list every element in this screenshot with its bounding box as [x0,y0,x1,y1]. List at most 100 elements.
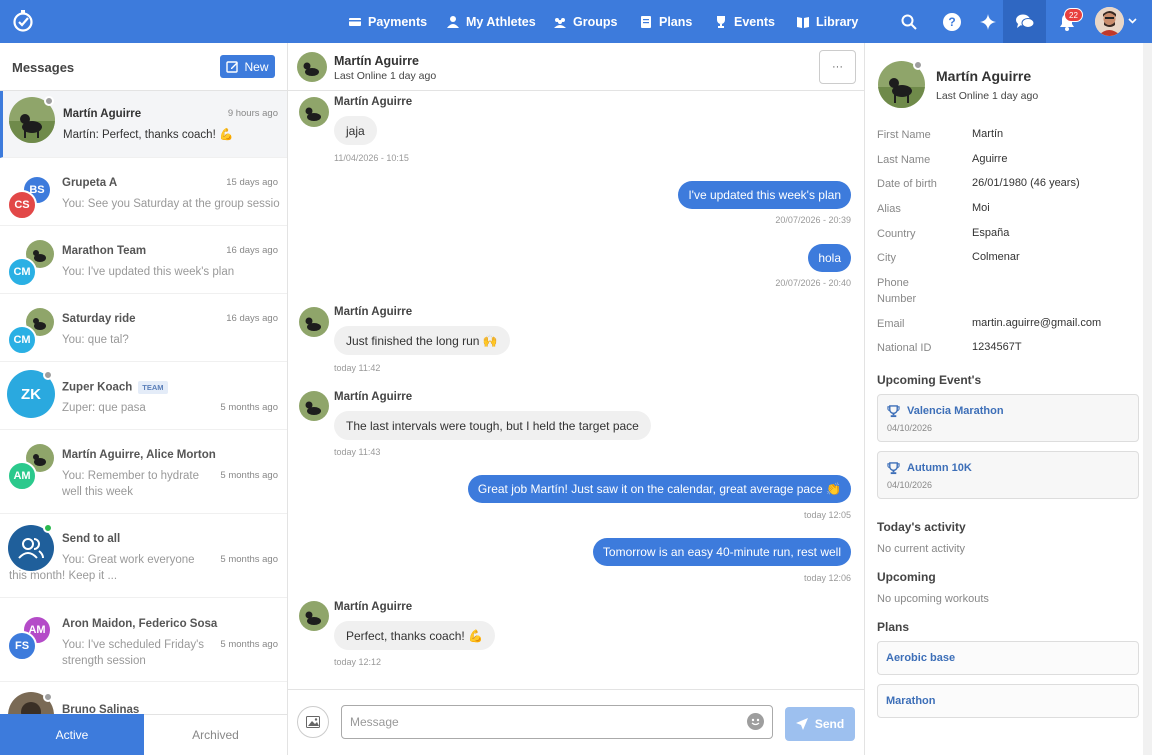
avatar [297,52,327,82]
image-icon [306,716,320,728]
new-message-button[interactable]: New [220,55,275,78]
chat-header: Martín Aguirre Last Online 1 day ago ··· [288,43,865,91]
event-title: Autumn 10K [907,462,972,474]
message-author: Martín Aguirre [334,391,413,403]
conversation-time: 5 months ago [220,470,278,481]
conversation-item[interactable]: Send to all 5 months ago You: Great work… [0,514,287,598]
info-value: martin.aguirre@gmail.com [972,317,1102,329]
send-button[interactable]: Send [785,707,855,741]
conversation-item[interactable]: ZK Zuper Koach TEAM 5 months ago Zuper: q… [0,362,287,430]
conversation-name: Aron Maidon, Federico Sosa [62,618,218,630]
conversation-time: 15 days ago [226,177,278,188]
send-icon [795,718,808,730]
conversation-item[interactable]: CM Marathon Team 16 days ago You: I've u… [0,226,287,294]
plans-icon [641,15,651,28]
nav-groups[interactable]: Groups [553,0,617,43]
message-timestamp: 11/04/2026 - 10:15 [334,153,409,163]
payments-icon [349,17,361,26]
event-date: 04/10/2026 [887,423,933,433]
conversation-preview: You: I've updated this week's plan [62,266,235,278]
tab-active[interactable]: Active [0,714,144,755]
nav-plans-label: Plans [659,14,693,29]
upcoming-events-title: Upcoming Event's [877,373,982,387]
ai-button[interactable] [973,0,1003,43]
messages-button[interactable] [1003,0,1046,43]
message-author: Martín Aguirre [334,306,413,318]
conversation-name: Saturday ride [62,313,136,325]
chevron-down-icon[interactable] [1128,18,1137,24]
nav-groups-label: Groups [573,14,618,29]
nav-my-athletes[interactable]: My Athletes [446,0,536,43]
message-bubble-outgoing: Tomorrow is an easy 40-minute run, rest … [592,538,851,566]
info-label: Date of birth [877,178,937,190]
search-button[interactable] [894,0,924,43]
conversation-preview: Martín: Perfect, thanks coach! 💪 [63,129,234,141]
more-options-button[interactable]: ··· [819,50,856,84]
todays-activity-text: No current activity [877,543,966,555]
team-tag: TEAM [138,381,168,394]
app-logo-icon[interactable] [11,9,35,33]
nav-payments[interactable]: Payments [348,0,427,43]
conversation-time: 16 days ago [226,313,278,324]
avatar: CS [7,190,37,220]
conversation-time: 5 months ago [220,554,278,565]
info-label: Email [877,318,905,330]
notification-badge: 22 [1064,8,1083,22]
attach-image-button[interactable] [297,706,329,738]
nav-library[interactable]: Library [796,0,858,43]
conversation-item[interactable]: Bruno Salinas [0,682,287,714]
message-bubble-outgoing: I've updated this week's plan [678,181,851,209]
groups-icon [554,17,566,28]
messages-title: Messages [12,60,75,75]
nav-events[interactable]: Events [714,0,775,43]
library-icon [797,16,809,28]
conversation-item[interactable]: Martín Aguirre 9 hours ago Martín: Perfe… [0,91,287,158]
top-navbar: Payments My Athletes Groups Plans Events… [0,0,1152,43]
profile-name: Martín Aguirre [936,68,1032,84]
sparkle-icon [980,13,996,30]
avatar [299,307,329,337]
conversation-name: Bruno Salinas [62,704,140,714]
info-value: España [972,227,1010,239]
info-value: Colmenar [972,251,1020,263]
conversation-item[interactable]: BS CS Grupeta A 15 days ago You: See you… [0,158,287,226]
avatar [299,391,329,421]
plan-card[interactable]: Aerobic base [877,641,1139,675]
conversation-item[interactable]: CM Saturday ride 16 days ago You: que ta… [0,294,287,362]
conversation-time: 9 hours ago [227,108,278,119]
offline-status-dot [43,370,53,380]
plans-title: Plans [877,620,910,634]
nav-plans[interactable]: Plans [639,0,692,43]
plan-card[interactable]: Marathon [877,684,1139,718]
chat-icon [1015,14,1034,28]
info-value: Aguirre [972,153,1008,165]
message-timestamp: 20/07/2026 - 20:40 [775,278,851,288]
profile-last-online: Last Online 1 day ago [936,90,1039,102]
help-button[interactable]: ? [937,0,967,43]
upcoming-title: Upcoming [877,570,936,584]
event-card[interactable]: Autumn 10K 04/10/2026 [877,451,1139,499]
info-label: Alias [877,203,901,215]
message-timestamp: today 12:06 [803,573,851,583]
scrollbar[interactable] [1143,43,1152,755]
info-value: Martín [972,128,1004,140]
tab-archived[interactable]: Archived [144,714,287,755]
message-bubble-incoming: jaja [334,116,377,145]
offline-status-dot [44,96,54,106]
message-input[interactable] [341,705,773,739]
info-value: 1234567T [972,341,1022,353]
conversation-name: Grupeta A [62,177,118,189]
trophy-icon [717,15,725,28]
event-card[interactable]: Valencia Marathon 04/10/2026 [877,394,1139,442]
conversation-item[interactable]: AM Martín Aguirre, Alice Morton 5 months… [0,430,287,514]
trophy-icon [887,462,900,475]
nav-my-athletes-label: My Athletes [466,14,536,29]
info-label: First Name [877,129,931,141]
conversation-item[interactable]: AM FS Aron Maidon, Federico Sosa 5 month… [0,598,287,682]
emoji-icon[interactable] [747,713,764,730]
conversation-name: Zuper Koach TEAM [62,381,168,394]
conversation-name: Martín Aguirre, Alice Morton [62,449,216,461]
message-timestamp: today 12:12 [334,657,382,667]
user-avatar[interactable] [1095,7,1124,36]
event-title: Valencia Marathon [907,405,1004,417]
